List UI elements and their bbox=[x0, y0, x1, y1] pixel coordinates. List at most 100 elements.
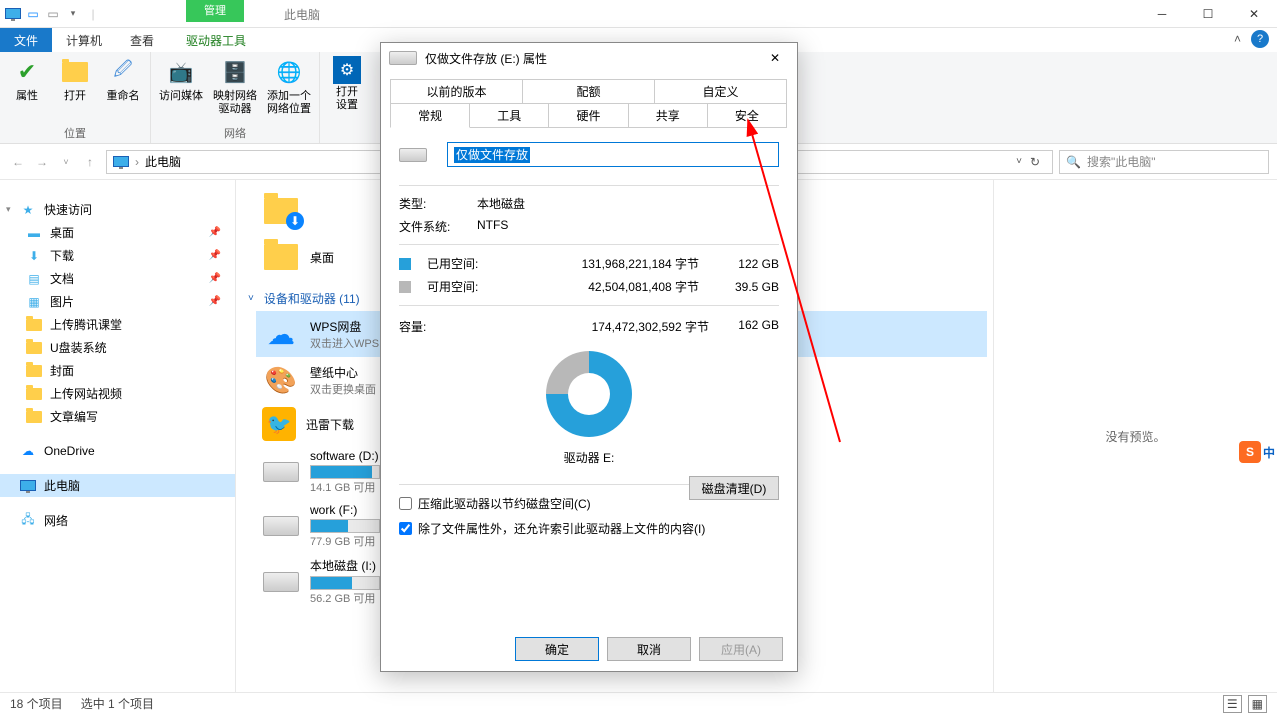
breadcrumb-this-pc[interactable]: 此电脑 bbox=[145, 153, 181, 170]
group-label: 网络 bbox=[159, 125, 311, 141]
index-checkbox-row[interactable]: 除了文件属性外，还允许索引此驱动器上文件的内容(I) bbox=[399, 516, 779, 541]
nav-arrows: ← → ˅ ↑ bbox=[8, 155, 100, 169]
drive-name-input[interactable]: 仅做文件存放 bbox=[447, 142, 779, 167]
tree-this-pc[interactable]: 此电脑 bbox=[0, 474, 235, 497]
help-icon[interactable]: ? bbox=[1251, 30, 1269, 48]
view-large-icon[interactable]: ▦ bbox=[1248, 695, 1267, 713]
tab-hardware[interactable]: 硬件 bbox=[548, 103, 628, 128]
tree-folder[interactable]: 文章编写 bbox=[0, 405, 235, 428]
checkmark-icon: ✔ bbox=[11, 56, 43, 88]
dialog-close-button[interactable]: ✕ bbox=[761, 51, 789, 65]
hdd-icon bbox=[262, 563, 300, 601]
drive-letter-label: 驱动器 E: bbox=[564, 449, 615, 466]
properties-button[interactable]: ✔ 属性 bbox=[8, 56, 46, 103]
drive-sub: 56.2 GB 可用 bbox=[310, 590, 380, 606]
capacity-label: 容量: bbox=[399, 318, 497, 335]
used-label: 已用空间: bbox=[427, 255, 507, 272]
preview-pane: 没有预览。 bbox=[993, 180, 1277, 692]
tree-network[interactable]: 🖧网络 bbox=[0, 509, 235, 532]
apply-button[interactable]: 应用(A) bbox=[699, 637, 783, 661]
recent-dropdown-icon[interactable]: ˅ bbox=[56, 157, 76, 167]
contextual-tab-label: 管理 bbox=[186, 0, 244, 22]
free-gb: 39.5 GB bbox=[709, 280, 779, 294]
tree-desktop[interactable]: ▬桌面📌 bbox=[0, 221, 235, 244]
tree-folder[interactable]: U盘装系统 bbox=[0, 336, 235, 359]
qat-divider: | bbox=[84, 5, 102, 23]
wps-cloud-icon: ☁ bbox=[262, 315, 300, 353]
qat-dropdown-icon[interactable]: ▾ bbox=[64, 5, 82, 23]
minimize-button[interactable]: ─ bbox=[1139, 0, 1185, 28]
star-icon: ★ bbox=[20, 202, 36, 218]
tab-general[interactable]: 常规 bbox=[390, 103, 470, 128]
view-details-icon[interactable]: ☰ bbox=[1223, 695, 1242, 713]
address-dropdown-icon[interactable]: ˅ bbox=[1016, 156, 1022, 167]
sogou-icon: S bbox=[1239, 441, 1261, 463]
tree-downloads[interactable]: ⬇下载📌 bbox=[0, 244, 235, 267]
open-button[interactable]: 打开 bbox=[56, 56, 94, 103]
picture-icon: ▦ bbox=[26, 294, 42, 310]
breadcrumb-separator: › bbox=[135, 155, 139, 169]
map-network-drive-button[interactable]: 🗄️ 映射网络 驱动器 bbox=[213, 56, 257, 116]
ribbon-group-location: ✔ 属性 打开 🖉 重命名 位置 bbox=[0, 52, 151, 143]
tree-onedrive[interactable]: ☁OneDrive bbox=[0, 440, 235, 462]
forward-button[interactable]: → bbox=[32, 155, 52, 169]
qat-item-icon[interactable]: ▭ bbox=[44, 5, 62, 23]
close-button[interactable]: ✕ bbox=[1231, 0, 1277, 28]
tab-security[interactable]: 安全 bbox=[707, 103, 787, 128]
item-subtitle: 双击进入WPS bbox=[310, 335, 379, 351]
folder-icon bbox=[26, 409, 42, 425]
used-color-swatch bbox=[399, 258, 411, 270]
tab-customize[interactable]: 自定义 bbox=[654, 79, 787, 104]
drive-title: software (D:) bbox=[310, 449, 380, 463]
caret-down-icon[interactable]: ▾ bbox=[6, 204, 11, 215]
tab-file[interactable]: 文件 bbox=[0, 28, 52, 52]
navigation-tree[interactable]: ▾ ★ 快速访问 ▬桌面📌 ⬇下载📌 ▤文档📌 ▦图片📌 上传腾讯课堂 U盘装系… bbox=[0, 180, 236, 692]
back-button[interactable]: ← bbox=[8, 155, 28, 169]
tab-sharing[interactable]: 共享 bbox=[628, 103, 708, 128]
ok-button[interactable]: 确定 bbox=[515, 637, 599, 661]
search-icon: 🔍 bbox=[1066, 155, 1081, 169]
cloud-icon: ☁ bbox=[20, 443, 36, 459]
access-media-button[interactable]: 📺 访问媒体 bbox=[159, 56, 203, 116]
ribbon-collapse-icon[interactable]: ˄ bbox=[1234, 32, 1241, 46]
capacity-gb: 162 GB bbox=[709, 318, 779, 335]
chevron-down-icon: ˅ bbox=[248, 293, 254, 304]
tab-computer[interactable]: 计算机 bbox=[52, 28, 116, 52]
tree-pictures[interactable]: ▦图片📌 bbox=[0, 290, 235, 313]
status-bar: 18 个项目 选中 1 个项目 ☰ ▦ bbox=[0, 692, 1277, 714]
pin-icon: 📌 bbox=[209, 250, 221, 261]
tree-folder[interactable]: 封面 bbox=[0, 359, 235, 382]
rename-button[interactable]: 🖉 重命名 bbox=[104, 56, 142, 103]
add-network-location-button[interactable]: 🌐 添加一个 网络位置 bbox=[267, 56, 311, 116]
status-selected-count: 选中 1 个项目 bbox=[81, 695, 154, 712]
drive-usage-bar bbox=[310, 465, 380, 479]
tab-view[interactable]: 查看 bbox=[116, 28, 168, 52]
maximize-button[interactable]: ☐ bbox=[1185, 0, 1231, 28]
preview-empty-label: 没有预览。 bbox=[1105, 428, 1165, 445]
index-checkbox[interactable] bbox=[399, 522, 412, 535]
tab-drive-tools[interactable]: 驱动器工具 bbox=[172, 28, 260, 52]
network-icon: 🖧 bbox=[20, 513, 36, 529]
compress-checkbox[interactable] bbox=[399, 497, 412, 510]
qat-item-icon[interactable]: ▭ bbox=[24, 5, 42, 23]
tab-previous-versions[interactable]: 以前的版本 bbox=[390, 79, 523, 104]
tab-tools[interactable]: 工具 bbox=[469, 103, 549, 128]
up-button[interactable]: ↑ bbox=[80, 155, 100, 169]
search-box[interactable]: 🔍 搜索"此电脑" bbox=[1059, 150, 1269, 174]
add-network-icon: 🌐 bbox=[273, 56, 305, 88]
refresh-button[interactable]: ↻ bbox=[1030, 155, 1040, 169]
cancel-button[interactable]: 取消 bbox=[607, 637, 691, 661]
window-controls: ─ ☐ ✕ bbox=[1139, 0, 1277, 28]
tree-folder[interactable]: 上传腾讯课堂 bbox=[0, 313, 235, 336]
open-settings-button[interactable]: ⚙ 打开 设置 bbox=[328, 56, 366, 112]
free-color-swatch bbox=[399, 281, 411, 293]
tree-quick-access[interactable]: ▾ ★ 快速访问 bbox=[0, 198, 235, 221]
dialog-titlebar[interactable]: 仅做文件存放 (E:) 属性 ✕ bbox=[381, 43, 797, 73]
used-bytes: 131,968,221,184 字节 bbox=[517, 255, 699, 272]
disk-cleanup-button[interactable]: 磁盘清理(D) bbox=[689, 476, 779, 500]
ime-badge[interactable]: S 中 bbox=[1237, 436, 1277, 468]
tree-documents[interactable]: ▤文档📌 bbox=[0, 267, 235, 290]
tree-folder[interactable]: 上传网站视频 bbox=[0, 382, 235, 405]
pin-icon: 📌 bbox=[209, 273, 221, 284]
tab-quota[interactable]: 配额 bbox=[522, 79, 655, 104]
